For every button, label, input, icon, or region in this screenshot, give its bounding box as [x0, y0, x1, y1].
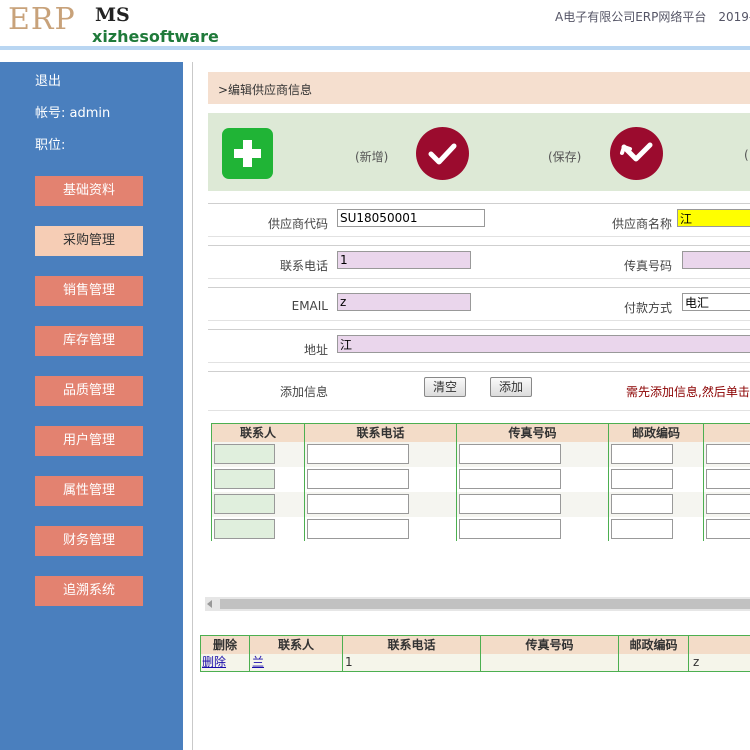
fax-input[interactable] — [682, 251, 750, 269]
list-col-zip: 邮政编码 — [619, 636, 689, 654]
logo-erp: ERP — [8, 2, 76, 37]
table-row: 删除 兰 1 z — [201, 654, 750, 671]
save-check-icon[interactable] — [416, 127, 469, 180]
email-label: EMAIL — [291, 299, 328, 313]
list-cell-delete: 删除 — [201, 654, 250, 671]
add-info-label: 添加信息 — [279, 385, 328, 399]
entry-contact-input[interactable] — [214, 519, 275, 539]
entry-grid-header: 联系人 联系电话 传真号码 邮政编码 — [212, 424, 750, 443]
entry-row — [212, 467, 750, 493]
logout-link[interactable]: 退出 — [35, 70, 61, 89]
entry-extra-input[interactable] — [706, 494, 750, 514]
sidebar — [0, 62, 183, 750]
third-label: ( — [744, 148, 749, 162]
phone-input[interactable] — [337, 251, 471, 269]
list-cell-fax — [481, 654, 619, 671]
entry-col-zip: 邮政编码 — [609, 424, 704, 442]
back-arrow-icon[interactable] — [610, 127, 663, 180]
entry-fax-input[interactable] — [459, 494, 561, 514]
menu-finance[interactable]: 财务管理 — [35, 526, 143, 556]
plus-bar-v — [243, 140, 252, 167]
account-label: 帐号: admin — [35, 106, 111, 121]
scroll-left-arrow-icon[interactable] — [207, 600, 212, 608]
menu-users[interactable]: 用户管理 — [35, 426, 143, 456]
email-input[interactable] — [337, 293, 471, 311]
address-input[interactable] — [337, 335, 750, 353]
entry-phone-input[interactable] — [307, 494, 409, 514]
entry-contact-input[interactable] — [214, 444, 275, 464]
menu-purchase[interactable]: 采购管理 — [35, 226, 143, 256]
hint-text: 需先添加信息,然后单击 — [626, 385, 750, 399]
list-cell-contact: 兰 — [250, 654, 343, 671]
entry-fax-input[interactable] — [459, 469, 561, 489]
clear-button[interactable]: 清空 — [424, 377, 466, 397]
entry-zip-input[interactable] — [611, 469, 673, 489]
entry-contact-input[interactable] — [214, 469, 275, 489]
menu-basic-data[interactable]: 基础资料 — [35, 176, 143, 206]
entry-extra-input[interactable] — [706, 469, 750, 489]
company-info: A电子有限公司ERP网络平台 2019-6 — [555, 10, 750, 24]
contact-list-grid: 删除 联系人 联系电话 传真号码 邮政编码 删除 兰 1 z — [200, 635, 750, 672]
save-label: (保存) — [548, 150, 582, 164]
entry-grid: 联系人 联系电话 传真号码 邮政编码 — [211, 423, 750, 541]
return-arrow-icon — [620, 142, 653, 162]
menu-sales[interactable]: 销售管理 — [35, 276, 143, 306]
add-button[interactable]: 添加 — [490, 377, 532, 397]
supplier-code-label: 供应商代码 — [267, 217, 328, 231]
payment-label: 付款方式 — [623, 301, 672, 315]
menu-traceability[interactable]: 追溯系统 — [35, 576, 143, 606]
payment-input[interactable] — [682, 293, 750, 311]
supplier-name-label: 供应商名称 — [611, 217, 672, 231]
list-col-phone: 联系电话 — [343, 636, 481, 654]
delete-link[interactable]: 删除 — [202, 655, 226, 669]
checkmark-icon — [428, 143, 457, 165]
entry-zip-input[interactable] — [611, 444, 673, 464]
list-col-contact: 联系人 — [250, 636, 343, 654]
menu-inventory[interactable]: 库存管理 — [35, 326, 143, 356]
add-label: (新增) — [355, 150, 389, 164]
address-label: 地址 — [303, 343, 328, 357]
list-col-delete: 删除 — [201, 636, 250, 654]
entry-extra-input[interactable] — [706, 519, 750, 539]
toolbar — [208, 113, 750, 191]
entry-col-fax: 传真号码 — [457, 424, 609, 442]
list-col-fax: 传真号码 — [481, 636, 619, 654]
supplier-code-input[interactable] — [337, 209, 485, 227]
phone-label: 联系电话 — [279, 259, 328, 273]
add-plus-icon[interactable] — [222, 128, 273, 179]
list-grid-header: 删除 联系人 联系电话 传真号码 邮政编码 — [201, 636, 750, 655]
logo-subtitle: xizhesoftware — [92, 27, 219, 46]
entry-zip-input[interactable] — [611, 494, 673, 514]
logo-ms: MS — [95, 4, 130, 26]
entry-col-contact: 联系人 — [212, 424, 305, 442]
contact-link[interactable]: 兰 — [252, 655, 264, 669]
entry-row — [212, 442, 750, 468]
breadcrumb: >编辑供应商信息 — [208, 72, 750, 104]
entry-zip-input[interactable] — [611, 519, 673, 539]
list-cell-zip — [619, 654, 689, 671]
entry-col-phone: 联系电话 — [305, 424, 457, 442]
list-cell-phone: 1 — [343, 654, 481, 671]
entry-fax-input[interactable] — [459, 519, 561, 539]
entry-row — [212, 517, 750, 541]
scroll-thumb[interactable] — [220, 599, 750, 609]
list-cell-extra: z — [693, 655, 700, 669]
entry-row — [212, 492, 750, 518]
menu-quality[interactable]: 品质管理 — [35, 376, 143, 406]
fax-label: 传真号码 — [623, 259, 672, 273]
entry-phone-input[interactable] — [307, 444, 409, 464]
supplier-name-input[interactable] — [677, 209, 750, 227]
entry-phone-input[interactable] — [307, 469, 409, 489]
entry-extra-input[interactable] — [706, 444, 750, 464]
menu-attributes[interactable]: 属性管理 — [35, 476, 143, 506]
entry-fax-input[interactable] — [459, 444, 561, 464]
position-label: 职位: — [35, 138, 66, 153]
entry-phone-input[interactable] — [307, 519, 409, 539]
entry-contact-input[interactable] — [214, 494, 275, 514]
